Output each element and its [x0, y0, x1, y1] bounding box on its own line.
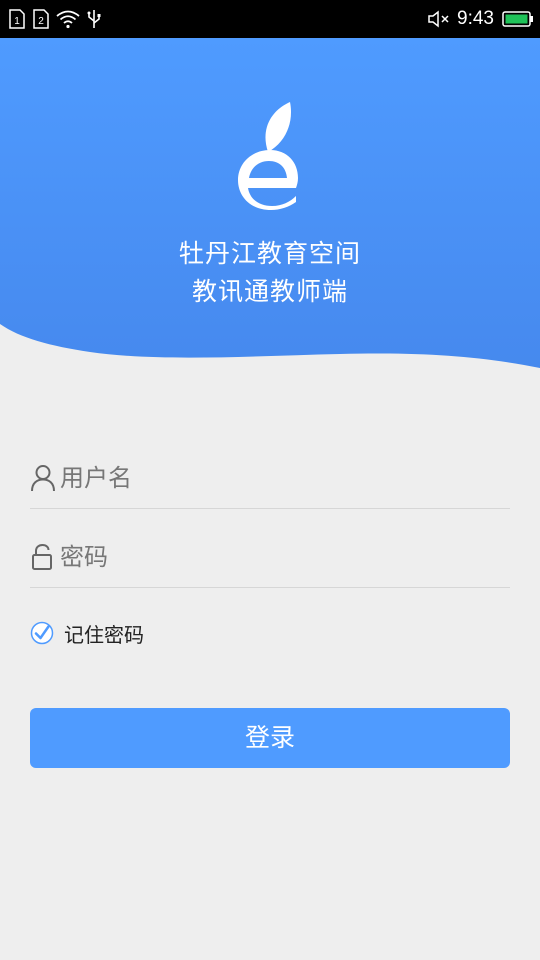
status-bar-left: 1 2 — [8, 8, 102, 30]
sim2-icon: 2 — [32, 9, 50, 29]
status-time: 9:43 — [457, 8, 494, 29]
status-bar-right: 9:43 — [427, 8, 534, 30]
header-banner: 牡丹江教育空间 教讯通教师端 — [0, 38, 540, 378]
wifi-icon — [56, 9, 80, 29]
svg-text:1: 1 — [14, 16, 20, 27]
remember-checkbox[interactable] — [30, 621, 54, 645]
username-input[interactable] — [60, 458, 500, 498]
lock-icon — [30, 543, 56, 571]
app-subtitle: 教讯通教师端 — [191, 277, 348, 306]
svg-text:2: 2 — [38, 16, 44, 27]
status-bar: 1 2 9:43 — [0, 0, 540, 38]
mute-icon — [427, 9, 451, 29]
user-icon — [30, 464, 56, 492]
remember-password[interactable]: 记住密码 — [30, 619, 144, 647]
app-title: 牡丹江教育空间 — [178, 239, 361, 268]
battery-icon — [502, 10, 534, 28]
e-logo-icon — [230, 100, 310, 212]
remember-label: 记住密码 — [64, 622, 144, 647]
login-button[interactable]: 登录 — [30, 708, 510, 768]
username-field[interactable] — [30, 450, 510, 509]
password-field[interactable] — [30, 529, 510, 588]
sim1-icon: 1 — [8, 9, 26, 29]
password-input[interactable] — [60, 537, 500, 577]
usb-icon — [86, 9, 102, 29]
